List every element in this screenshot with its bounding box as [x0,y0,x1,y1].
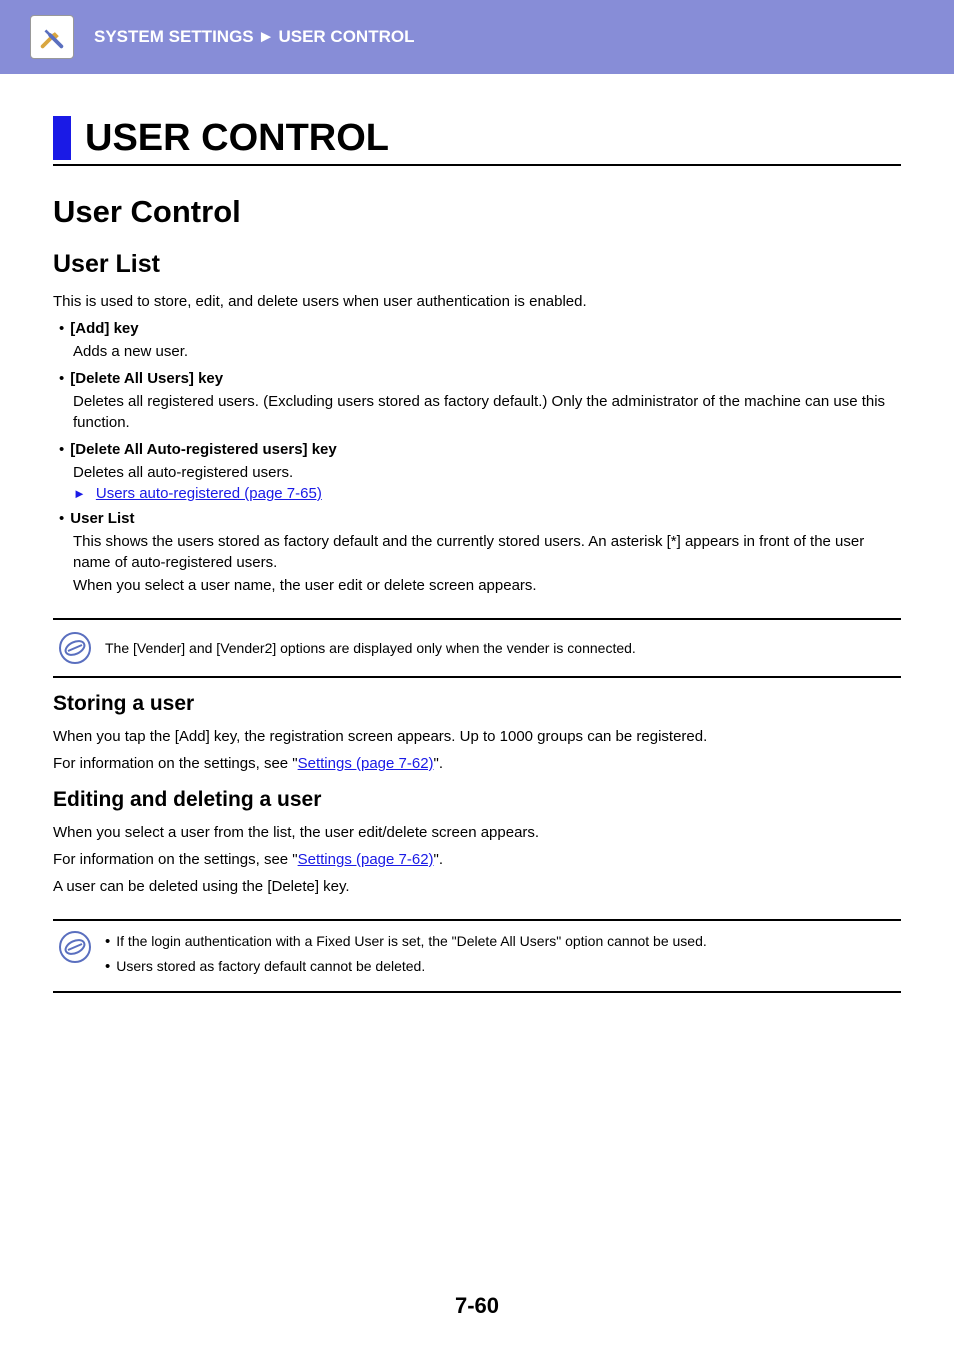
page-content: USER CONTROL User Control User List This… [0,74,954,1319]
bullet-icon: • [59,439,70,460]
page-number: 7-60 [53,1293,901,1319]
text-fragment: For information on the settings, see " [53,755,298,772]
xref-settings-7-62[interactable]: Settings (page 7-62) [298,851,434,868]
item-label: [Delete All Auto-registered users] key [70,439,336,460]
list-item: • [Delete All Auto-registered users] key… [59,439,901,502]
page-title: USER CONTROL [85,117,389,160]
breadcrumb-part-2[interactable]: USER CONTROL [278,27,414,47]
settings-tools-icon [30,15,74,59]
item-description: Deletes all auto-registered users. [73,462,901,483]
page-title-block: USER CONTROL [53,116,901,166]
xref-arrow-icon: ► [73,486,86,501]
heading-editing-deleting-user: Editing and deleting a user [53,788,901,812]
note-block: • If the login authentication with a Fix… [53,919,901,993]
list-item: • [Delete All Users] key Deletes all reg… [59,368,901,433]
text-fragment: ". [434,851,444,868]
note-icon [59,931,91,963]
title-accent-bar [53,116,71,160]
note-text: If the login authentication with a Fixed… [116,931,707,952]
item-description: This shows the users stored as factory d… [73,531,901,573]
xref-settings-7-62[interactable]: Settings (page 7-62) [298,755,434,772]
breadcrumb-part-1[interactable]: SYSTEM SETTINGS [94,27,254,47]
text-fragment: For information on the settings, see " [53,851,298,868]
item-label: User List [70,508,134,529]
header-bar: SYSTEM SETTINGS ► USER CONTROL [0,0,954,74]
edit-delete-paragraph: When you select a user from the list, th… [53,822,901,843]
note-list-item: • Users stored as factory default cannot… [105,956,707,977]
storing-user-xref-line: For information on the settings, see "Se… [53,753,901,774]
bullet-icon: • [59,508,70,529]
user-list-key-items: • [Add] key Adds a new user. • [Delete A… [59,318,901,596]
note-list: • If the login authentication with a Fix… [105,931,707,977]
user-list-intro: This is used to store, edit, and delete … [53,291,901,312]
list-item: • [Add] key Adds a new user. [59,318,901,362]
item-label: [Add] key [70,318,138,339]
breadcrumb: SYSTEM SETTINGS ► USER CONTROL [94,27,414,47]
bullet-icon: • [59,368,70,389]
note-text: The [Vender] and [Vender2] options are d… [105,632,636,659]
item-description: When you select a user name, the user ed… [73,575,901,596]
heading-storing-a-user: Storing a user [53,692,901,716]
note-list-item: • If the login authentication with a Fix… [105,931,707,952]
bullet-icon: • [105,956,116,977]
storing-user-paragraph: When you tap the [Add] key, the registra… [53,726,901,747]
edit-delete-xref-line: For information on the settings, see "Se… [53,849,901,870]
bullet-icon: • [59,318,70,339]
list-item: • User List This shows the users stored … [59,508,901,596]
note-block: The [Vender] and [Vender2] options are d… [53,618,901,678]
note-text: Users stored as factory default cannot b… [116,956,425,977]
item-description: Adds a new user. [73,341,901,362]
text-fragment: ". [434,755,444,772]
breadcrumb-arrow-icon: ► [258,27,275,47]
note-icon [59,632,91,664]
item-description: Deletes all registered users. (Excluding… [73,391,901,433]
bullet-icon: • [105,931,116,952]
delete-key-paragraph: A user can be deleted using the [Delete]… [53,876,901,897]
item-label: [Delete All Users] key [70,368,223,389]
xref-users-auto-registered[interactable]: Users auto-registered (page 7-65) [96,485,322,502]
heading-user-list: User List [53,250,901,279]
heading-user-control: User Control [53,194,901,230]
